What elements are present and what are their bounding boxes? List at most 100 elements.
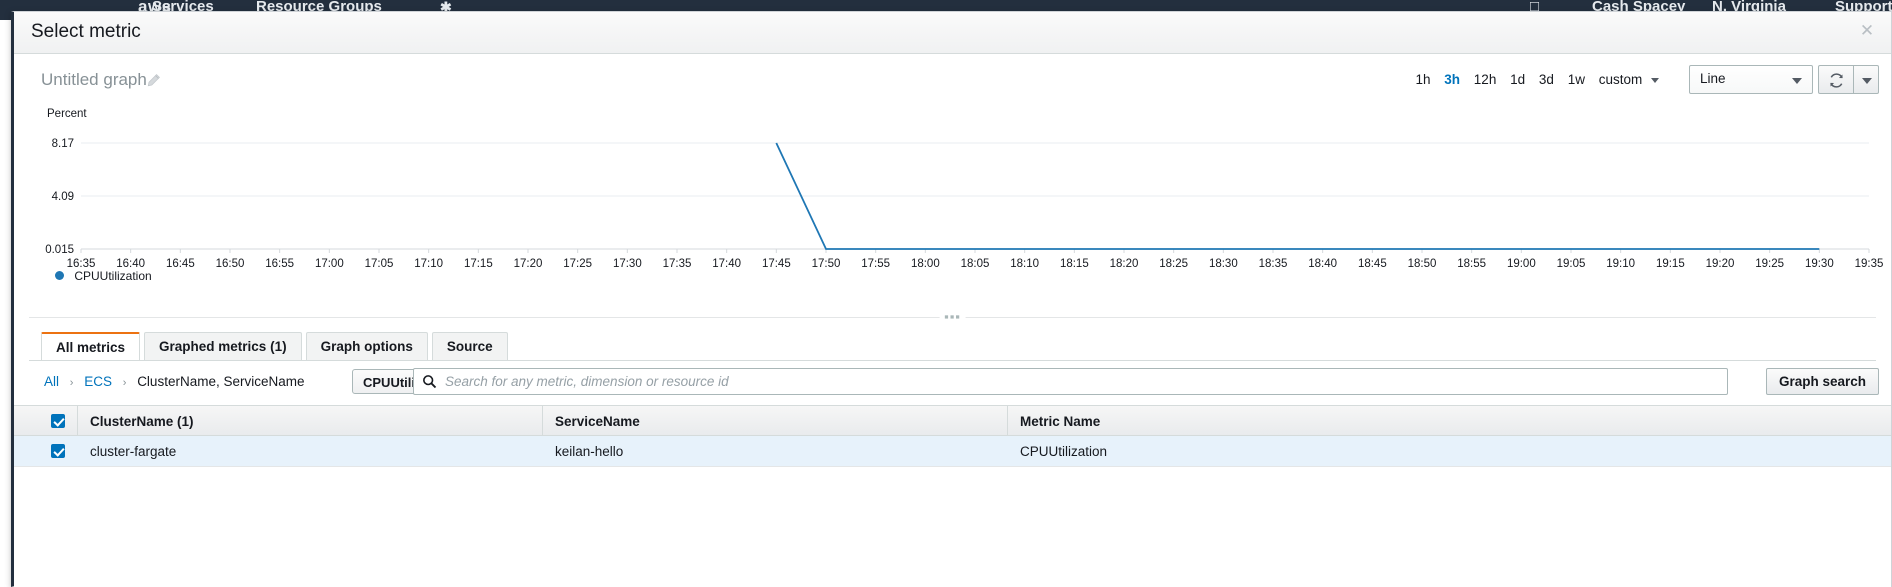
column-header-servicename[interactable]: ServiceName [542, 406, 1007, 435]
search-input[interactable] [443, 369, 1718, 394]
row-select-cell [29, 436, 77, 466]
x-tick-label: 17:40 [712, 258, 741, 270]
pencil-icon[interactable] [145, 73, 161, 89]
x-tick-label: 19:00 [1507, 258, 1536, 270]
chart-canvas: 8.17 4.09 0.015 16:3516:4016:4516:5016:5… [14, 108, 1892, 308]
x-tick-label: 18:50 [1408, 258, 1437, 270]
x-tick-label: 19:35 [1855, 258, 1884, 270]
drag-dots-icon[interactable]: ▪▪▪ [939, 310, 966, 323]
breadcrumb-separator: › [70, 377, 74, 389]
y-tick-label: 4.09 [52, 191, 74, 203]
search-box[interactable] [413, 368, 1728, 395]
cell-metric-name: CPUUtilization [1007, 436, 1891, 466]
metrics-table: ClusterName (1) ServiceName Metric Name … [14, 405, 1891, 495]
tab-source[interactable]: Source [432, 332, 508, 360]
y-tick-label: 8.17 [52, 138, 74, 150]
chevron-down-icon [1862, 78, 1872, 84]
range-3h[interactable]: 3h [1439, 70, 1465, 89]
column-header-metricname[interactable]: Metric Name [1007, 406, 1891, 435]
x-tick-label: 18:30 [1209, 258, 1238, 270]
x-tick-label: 17:35 [663, 258, 692, 270]
metric-chart: Percent 8.17 4.09 0.015 16:3516:4016:451… [14, 108, 1891, 308]
range-1d[interactable]: 1d [1505, 70, 1530, 89]
page-root: aws Services Resource Groups ✱ □ Cash Sp… [0, 0, 1892, 587]
x-tick-label: 17:30 [613, 258, 642, 270]
modal-title: Select metric [31, 21, 141, 43]
x-tick-label: 19:30 [1805, 258, 1834, 270]
x-tick-label: 17:10 [414, 258, 443, 270]
x-tick-label: 19:15 [1656, 258, 1685, 270]
tab-bar: All metrics Graphed metrics (1) Graph op… [14, 332, 1891, 361]
x-tick-label: 17:20 [514, 258, 543, 270]
x-tick-label: 18:00 [911, 258, 940, 270]
x-tick-label: 17:55 [861, 258, 890, 270]
range-12h[interactable]: 12h [1469, 70, 1502, 89]
time-range-selector[interactable]: 1h 3h 12h 1d 3d 1w custom [1410, 70, 1659, 89]
table-row[interactable]: cluster-fargate keilan-hello CPUUtilizat… [14, 436, 1891, 467]
select-metric-modal: Select metric ✕ Untitled graph 1h 3h 12h… [11, 11, 1892, 587]
x-tick-label: 17:15 [464, 258, 493, 270]
x-tick-label: 17:25 [563, 258, 592, 270]
x-tick-label: 18:15 [1060, 258, 1089, 270]
x-tick-label: 18:40 [1308, 258, 1337, 270]
legend-label[interactable]: CPUUtilization [74, 269, 151, 283]
column-header-clustername[interactable]: ClusterName (1) [77, 406, 542, 435]
chevron-down-icon[interactable] [1651, 78, 1659, 83]
x-tick-label: 17:05 [365, 258, 394, 270]
legend-color-swatch [55, 271, 64, 280]
x-tick-label: 18:45 [1358, 258, 1387, 270]
search-icon [422, 374, 437, 389]
breadcrumb-separator: › [123, 377, 127, 389]
modal-body: Untitled graph 1h 3h 12h 1d 3d 1w custom [14, 54, 1891, 587]
select-all-checkbox[interactable] [51, 414, 65, 428]
tab-all-metrics[interactable]: All metrics [41, 332, 140, 360]
refresh-icon [1828, 72, 1845, 89]
range-3d[interactable]: 3d [1534, 70, 1559, 89]
breadcrumb-item-all[interactable]: All [44, 374, 59, 389]
refresh-button-group [1818, 65, 1879, 94]
chevron-down-icon [1792, 78, 1802, 84]
visualization-type-value: Line [1700, 71, 1726, 86]
x-tick-label: 16:50 [216, 258, 245, 270]
x-tick-label: 19:10 [1606, 258, 1635, 270]
x-tick-label: 18:10 [1010, 258, 1039, 270]
graph-toolbar: Untitled graph 1h 3h 12h 1d 3d 1w custom [14, 54, 1891, 108]
x-tick-label: 17:00 [315, 258, 344, 270]
row-checkbox[interactable] [51, 444, 65, 458]
cell-cluster-name: cluster-fargate [77, 436, 542, 466]
breadcrumb-item-ecs[interactable]: ECS [84, 374, 112, 389]
tab-graph-options[interactable]: Graph options [306, 332, 428, 360]
graph-title: Untitled graph [41, 70, 147, 90]
refresh-options-button[interactable] [1854, 65, 1879, 94]
visualization-type-select[interactable]: Line [1689, 65, 1813, 94]
chart-legend: CPUUtilization [55, 268, 152, 283]
panel-resize-handle[interactable]: ▪▪▪ [14, 308, 1891, 328]
x-tick-label: 19:25 [1755, 258, 1784, 270]
x-tick-label: 18:55 [1457, 258, 1486, 270]
x-tick-label: 18:25 [1159, 258, 1188, 270]
close-icon[interactable]: ✕ [1856, 20, 1878, 42]
breadcrumb-item-dimensions: ClusterName, ServiceName [137, 374, 304, 389]
x-tick-label: 17:45 [762, 258, 791, 270]
x-tick-label: 19:05 [1557, 258, 1586, 270]
x-tick-label: 19:20 [1706, 258, 1735, 270]
tab-graphed-metrics[interactable]: Graphed metrics (1) [144, 332, 302, 360]
select-all-cell [29, 406, 77, 435]
table-empty-space [14, 467, 1891, 495]
x-tick-label: 16:55 [265, 258, 294, 270]
y-tick-label: 0.015 [45, 244, 74, 256]
range-1h[interactable]: 1h [1410, 70, 1435, 89]
modal-header: Select metric ✕ [14, 12, 1891, 54]
cell-service-name: keilan-hello [542, 436, 1007, 466]
x-tick-label: 17:50 [812, 258, 841, 270]
breadcrumb: All › ECS › ClusterName, ServiceName [44, 374, 305, 389]
range-custom[interactable]: custom [1594, 70, 1645, 89]
graph-search-button[interactable]: Graph search [1766, 368, 1879, 395]
metric-search-row: All › ECS › ClusterName, ServiceName CPU… [14, 361, 1891, 405]
x-tick-label: 18:20 [1110, 258, 1139, 270]
table-header-row: ClusterName (1) ServiceName Metric Name [14, 405, 1891, 436]
x-tick-label: 16:45 [166, 258, 195, 270]
refresh-button[interactable] [1818, 65, 1854, 94]
x-tick-label: 18:05 [961, 258, 990, 270]
range-1w[interactable]: 1w [1563, 70, 1590, 89]
